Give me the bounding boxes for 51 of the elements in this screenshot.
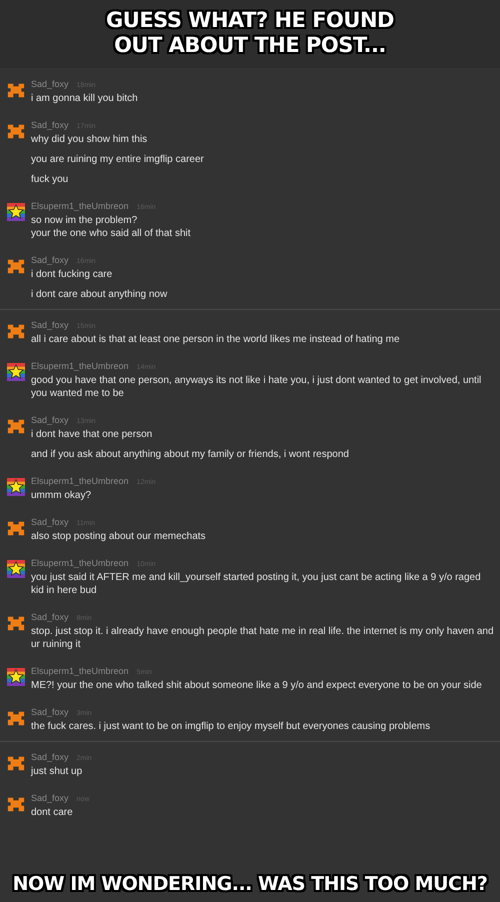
username[interactable]: Sad_foxy [31, 793, 69, 803]
username[interactable]: Elsuperm1_theUmbreon [31, 201, 129, 211]
message-text: so now im the problem? your the one who said all of that shit [31, 214, 192, 240]
fox-avatar-icon [7, 417, 25, 435]
star-avatar-icon [7, 668, 25, 686]
username[interactable]: Elsuperm1_theUmbreon [31, 476, 129, 486]
username[interactable]: Elsuperm1_theUmbreon [31, 558, 129, 568]
username[interactable]: Elsuperm1_theUmbreon [31, 666, 129, 676]
message-text: all i care about is that at least one person in the world likes me instead of hating me [31, 333, 401, 346]
message-text: you just said it AFTER me and kill_yourself started posting it, you just cant be acting like a 9 y/o raged kid in here bud [31, 571, 482, 597]
username[interactable]: Sad_foxy [31, 612, 69, 622]
fox-avatar-icon [7, 519, 25, 537]
star-avatar-icon [7, 363, 25, 381]
message-text: ummm okay? [31, 489, 92, 502]
fox-avatar-icon [7, 257, 25, 275]
username[interactable]: Sad_foxy [31, 255, 69, 265]
fox-avatar-icon [7, 122, 25, 140]
fox-avatar-icon [7, 81, 25, 99]
message-text: i dont care about anything now [31, 288, 168, 301]
message-text: the fuck cares. i just want to be on imgflip to enjoy myself but everyones causing problems [31, 720, 432, 733]
fox-avatar-icon [7, 709, 25, 727]
fox-avatar-icon [7, 754, 25, 772]
username[interactable]: Sad_foxy [31, 120, 69, 130]
message-text: dont care [31, 806, 74, 819]
username[interactable]: Sad_foxy [31, 415, 69, 425]
message-text: i dont fucking care [31, 268, 114, 281]
fox-avatar-icon [7, 795, 25, 813]
message-text: good you have that one person, anyways its not like i hate you, i just dont wanted to get involved, until you wanted me to be [31, 374, 482, 400]
message-text: stop. just stop it. i already have enough people that hate me in real life. the internet is my only haven and ur ruining it [31, 625, 494, 651]
message-text: fuck you [31, 173, 70, 186]
message-text: you are ruining my entire imgflip career [31, 153, 205, 166]
message-text: also stop posting about our memechats [31, 530, 207, 543]
fox-avatar-icon [7, 322, 25, 340]
star-avatar-icon [7, 560, 25, 578]
username[interactable]: Sad_foxy [31, 752, 69, 762]
message-text: why did you show him this [31, 133, 148, 146]
message-text: just shut up [31, 765, 84, 778]
message-text: and if you ask about anything about my family or friends, i wont respond [31, 448, 350, 461]
username[interactable]: Sad_foxy [31, 320, 69, 330]
message-text: i dont have that one person [31, 428, 154, 441]
username[interactable]: Sad_foxy [31, 79, 69, 89]
fox-avatar-icon [7, 614, 25, 632]
message-text: ME?! your the one who talked shit about someone like a 9 y/o and expect everyone to be on your side [31, 679, 483, 692]
star-avatar-icon [7, 478, 25, 496]
message-text: i am gonna kill you bitch [31, 92, 139, 105]
username[interactable]: Sad_foxy [31, 517, 69, 527]
star-avatar-icon [7, 203, 25, 221]
meme-caption: GUESS WHAT? HE FOUND OUT ABOUT THE POST... [0, 0, 500, 68]
username[interactable]: Elsuperm1_theUmbreon [31, 361, 129, 371]
meme-caption: NOW IM WONDERING... WAS THIS TOO MUCH? [12, 872, 488, 897]
username[interactable]: Sad_foxy [31, 707, 69, 717]
